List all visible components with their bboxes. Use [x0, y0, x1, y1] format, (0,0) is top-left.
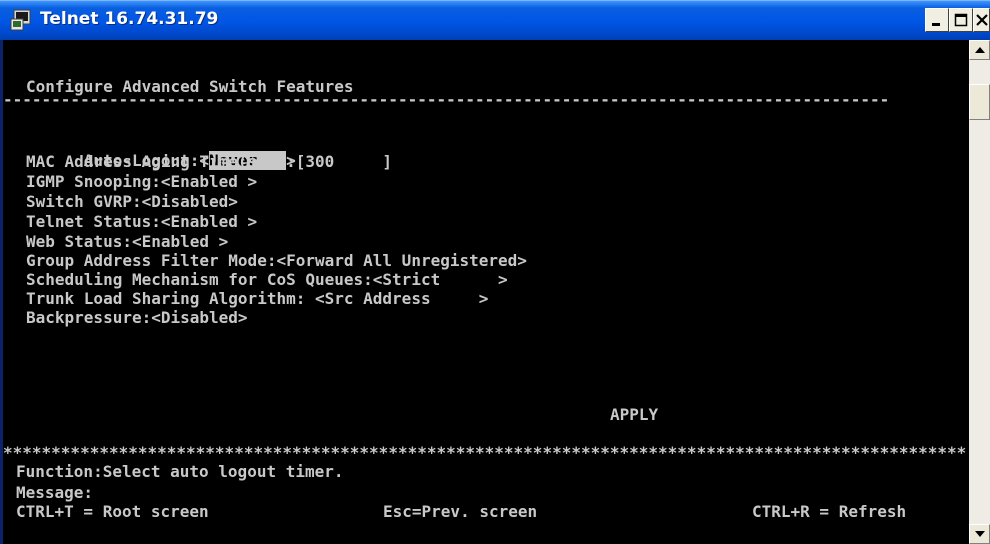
close-button[interactable] — [973, 8, 990, 32]
footer-root-screen: CTRL+T = Root screen — [16, 502, 209, 521]
close-icon — [975, 14, 988, 26]
vertical-scrollbar[interactable] — [969, 40, 990, 544]
title-bar[interactable]: Telnet 16.74.31.79 — [0, 0, 990, 40]
scrollbar-thumb[interactable] — [969, 84, 990, 120]
scroll-up-button[interactable] — [969, 40, 990, 60]
terminal-screen[interactable]: Configure Advanced Switch Features -----… — [3, 40, 969, 544]
igmp-snooping-field[interactable]: IGMP Snooping:<Enabled > — [26, 174, 257, 190]
telnet-window: Telnet 16.74.31.79 Configure Advanced Sw… — [0, 0, 990, 544]
telnet-terminal-icon — [10, 9, 32, 31]
apply-button[interactable]: APPLY — [610, 407, 658, 423]
footer-prev-screen: Esc=Prev. screen — [383, 502, 538, 521]
footer-refresh: CTRL+R = Refresh — [752, 502, 907, 521]
mac-aging-time-field[interactable]: MAC Address Aging Time(sec):[300 ] — [26, 154, 392, 170]
web-status-field[interactable]: Web Status:<Enabled > — [26, 234, 228, 250]
function-line: Function:Select auto logout timer. — [16, 462, 344, 481]
switch-gvrp-field[interactable]: Switch GVRP:<Disabled> — [26, 194, 238, 210]
maximize-icon — [954, 13, 968, 27]
star-separator: ****************************************… — [3, 445, 967, 461]
arrow-down-icon — [974, 531, 985, 537]
maximize-button[interactable] — [949, 8, 973, 32]
minimize-button[interactable] — [925, 8, 949, 32]
backpressure-field[interactable]: Backpressure:<Disabled> — [26, 310, 248, 326]
arrow-up-icon — [974, 47, 985, 53]
cos-scheduling-field[interactable]: Scheduling Mechanism for CoS Queues:<Str… — [26, 272, 508, 288]
minimize-icon — [932, 23, 940, 26]
telnet-status-field[interactable]: Telnet Status:<Enabled > — [26, 214, 257, 230]
scroll-down-button[interactable] — [969, 524, 990, 544]
dash-separator: ----------------------------------------… — [3, 92, 890, 108]
window-title: Telnet 16.74.31.79 — [40, 9, 219, 29]
group-address-filter-field[interactable]: Group Address Filter Mode:<Forward All U… — [26, 253, 527, 269]
trunk-load-sharing-field[interactable]: Trunk Load Sharing Algorithm: <Src Addre… — [26, 291, 488, 307]
message-line: Message: — [16, 483, 94, 502]
